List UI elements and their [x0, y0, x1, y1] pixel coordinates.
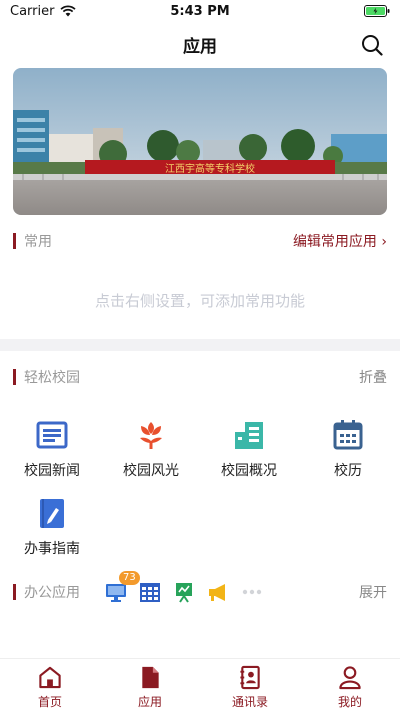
search-icon[interactable] [360, 33, 384, 57]
grid-calendar-icon [140, 583, 160, 602]
common-section-title: 常用 [13, 231, 52, 251]
tab-profile-label: 我的 [337, 695, 362, 709]
campus-section-header: 轻松校园 折叠 [0, 365, 400, 389]
campus-news-label: 校园新闻 [24, 463, 80, 479]
section-marker [13, 369, 16, 385]
tab-apps[interactable]: 应用 [100, 659, 200, 710]
calendar-icon [333, 420, 363, 450]
tab-apps-label: 应用 [137, 695, 162, 709]
service-guide-item[interactable]: 办事指南 [12, 496, 92, 560]
more-icon [242, 589, 262, 595]
tab-contacts[interactable]: 通讯录 [200, 659, 300, 710]
office-report-app[interactable] [173, 581, 195, 603]
office-notice-app[interactable] [207, 581, 229, 603]
gate-sign-text: 江西宇高等专科学校 [165, 162, 255, 175]
section-marker [13, 233, 16, 249]
tab-home[interactable]: 首页 [0, 659, 100, 710]
campus-section-title: 轻松校园 [13, 367, 80, 387]
flower-icon [140, 422, 162, 449]
office-app-icons: 73 [105, 571, 263, 606]
campus-news-item[interactable]: 校园新闻 [12, 418, 92, 482]
school-calendar-item[interactable]: 校历 [308, 418, 388, 482]
buildings-icon [235, 422, 263, 449]
campus-overview-label: 校园概况 [221, 463, 277, 479]
service-guide-label: 办事指南 [24, 541, 80, 557]
campus-scenery-label: 校园风光 [123, 463, 179, 479]
campus-title-label: 轻松校园 [24, 370, 80, 386]
status-right [364, 5, 390, 17]
campus-gate-photo: 江西宇高等专科学校 [13, 68, 387, 215]
guide-book-icon [40, 499, 64, 528]
status-bar: Carrier 5:43 PM [0, 0, 400, 22]
campus-overview-item[interactable]: 校园概况 [209, 418, 289, 482]
status-left: Carrier [10, 3, 77, 19]
section-divider [0, 339, 400, 351]
common-section-header: 常用 编辑常用应用 › [0, 229, 400, 253]
notification-badge: 73 [119, 571, 140, 585]
edit-common-apps-link[interactable]: 编辑常用应用 › [293, 231, 387, 251]
office-title-label: 办公应用 [24, 585, 80, 601]
section-marker [13, 584, 16, 600]
campus-banner[interactable]: 江西宇高等专科学校 [13, 68, 387, 215]
tab-home-label: 首页 [37, 695, 62, 709]
office-section-title: 办公应用 [13, 582, 80, 602]
home-icon [39, 666, 61, 689]
navigation-bar: 应用 [0, 22, 400, 66]
tab-contacts-label: 通讯录 [231, 695, 268, 709]
office-more-apps[interactable] [241, 581, 263, 603]
news-icon [36, 421, 68, 449]
carrier-label: Carrier [10, 3, 55, 19]
chart-board-icon [176, 583, 192, 603]
megaphone-icon [209, 584, 225, 601]
contacts-icon [240, 665, 260, 690]
page-title: 应用 [183, 36, 217, 57]
tab-profile[interactable]: 我的 [300, 659, 400, 710]
wifi-icon [60, 5, 77, 17]
profile-icon [339, 666, 361, 690]
office-schedule-app[interactable] [139, 581, 161, 603]
collapse-campus-link[interactable]: 折叠 [359, 367, 387, 387]
app-document-icon [142, 666, 159, 689]
battery-icon [364, 5, 390, 17]
expand-office-link[interactable]: 展开 [359, 582, 387, 602]
campus-scenery-item[interactable]: 校园风光 [111, 418, 191, 482]
bottom-tab-bar: 首页 应用 通讯录 我的 [0, 658, 400, 710]
office-monitor-app[interactable]: 73 [105, 571, 140, 603]
common-title-label: 常用 [24, 234, 52, 250]
school-calendar-label: 校历 [334, 463, 362, 479]
common-empty-hint: 点击右侧设置，可添加常用功能 [94, 292, 305, 310]
